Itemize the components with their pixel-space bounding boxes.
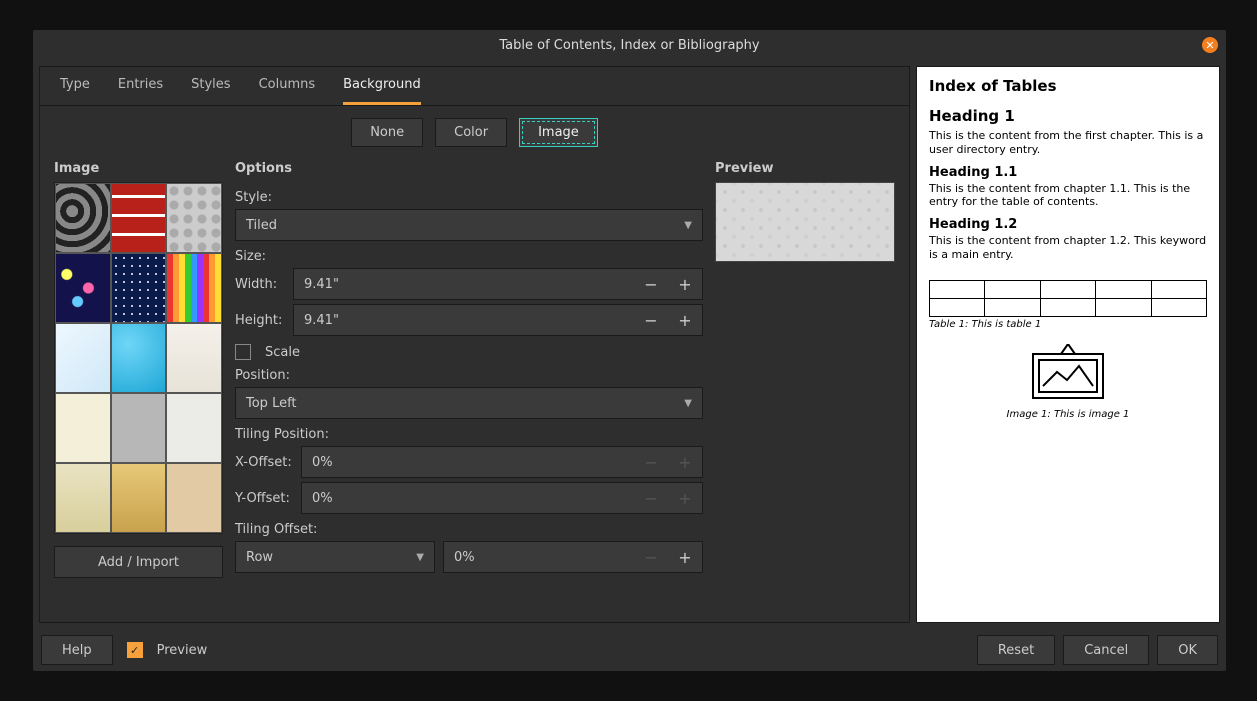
tab-bar: Type Entries Styles Columns Background [40,67,909,106]
thumb-gold[interactable] [111,463,167,533]
thumb-cells[interactable] [166,183,222,253]
preview-checkbox-label: Preview [157,643,208,658]
image-thumbnails [54,182,223,534]
doc-table-caption: Table 1: This is table 1 [929,319,1207,330]
doc-heading-1-2: Heading 1.2 [929,217,1207,232]
doc-image-caption: Image 1: This is image 1 [929,409,1207,420]
add-import-button[interactable]: Add / Import [54,546,223,578]
thumb-bricks[interactable] [111,183,167,253]
preview-column: Preview [715,161,895,622]
width-spinner[interactable]: − + [293,268,703,300]
bgmode-color[interactable]: Color [435,118,507,147]
scale-label: Scale [265,345,300,360]
scale-checkbox[interactable] [235,344,251,360]
xoff-increment[interactable]: + [668,447,702,477]
position-label: Position: [235,368,703,383]
help-button[interactable]: Help [41,635,113,665]
background-mode-group: None Color Image [40,106,909,155]
preview-checkbox[interactable] [127,642,143,658]
height-increment[interactable]: + [668,305,702,335]
image-column: Image [54,161,223,622]
size-label: Size: [235,249,703,264]
height-label: Height: [235,313,285,328]
style-select[interactable]: Tiled ▼ [235,209,703,241]
main-pane: Type Entries Styles Columns Background N… [39,66,910,623]
thumb-paper2[interactable] [166,393,222,463]
tilingoffset-input[interactable] [444,550,634,565]
style-value: Tiled [246,218,277,233]
yoff-spinner[interactable]: − + [301,482,703,514]
thumb-stones[interactable] [55,183,111,253]
tilingoffset-spinner[interactable]: − + [443,541,703,573]
xoff-input[interactable] [302,455,634,470]
thumb-sand[interactable] [166,323,222,393]
thumb-stars[interactable] [111,253,167,323]
doc-index-title: Index of Tables [929,77,1207,95]
tab-styles[interactable]: Styles [191,77,230,105]
position-value: Top Left [246,396,297,411]
chevron-down-icon: ▼ [684,398,692,409]
xoff-spinner[interactable]: − + [301,446,703,478]
image-section-label: Image [54,161,223,176]
doc-heading-1: Heading 1 [929,107,1207,125]
doc-heading-1-1: Heading 1.1 [929,165,1207,180]
height-input[interactable] [294,313,634,328]
doc-p11: This is the content from chapter 1.1. Th… [929,182,1207,210]
width-decrement[interactable]: − [634,269,668,299]
dialog-title: Table of Contents, Index or Bibliography [499,38,759,53]
background-preview [715,182,895,262]
thumb-tan2[interactable] [166,463,222,533]
tab-columns[interactable]: Columns [259,77,316,105]
width-increment[interactable]: + [668,269,702,299]
chevron-down-icon: ▼ [684,220,692,231]
chevron-down-icon: ▼ [416,552,424,563]
yoff-input[interactable] [302,491,634,506]
bgmode-image[interactable]: Image [519,118,598,147]
tab-entries[interactable]: Entries [118,77,163,105]
thumb-stripes[interactable] [166,253,222,323]
xoff-decrement[interactable]: − [634,447,668,477]
position-select[interactable]: Top Left ▼ [235,387,703,419]
height-spinner[interactable]: − + [293,304,703,336]
toc-dialog: Table of Contents, Index or Bibliography… [33,30,1226,671]
bgmode-none[interactable]: None [351,118,423,147]
tab-background[interactable]: Background [343,77,421,105]
thumb-paper1[interactable] [55,393,111,463]
doc-p1: This is the content from the first chapt… [929,129,1207,157]
ok-button[interactable]: OK [1157,635,1218,665]
xoff-label: X-Offset: [235,455,293,470]
close-icon[interactable]: ✕ [1202,37,1218,53]
tilingoffset-axis-select[interactable]: Row ▼ [235,541,435,573]
dialog-footer: Help Preview Reset Cancel OK [33,629,1226,671]
tilingoffset-decrement[interactable]: − [634,542,668,572]
tilingoffset-axis-value: Row [246,550,273,565]
tab-type[interactable]: Type [60,77,90,105]
options-column: Options Style: Tiled ▼ Size: Width: − + [235,161,703,622]
thumb-flowers[interactable] [55,253,111,323]
yoff-label: Y-Offset: [235,491,293,506]
thumb-water[interactable] [111,323,167,393]
preview-section-label: Preview [715,161,895,176]
yoff-decrement[interactable]: − [634,483,668,513]
width-input[interactable] [294,277,634,292]
thumb-tan1[interactable] [55,463,111,533]
tilingoffset-increment[interactable]: + [668,542,702,572]
height-decrement[interactable]: − [634,305,668,335]
yoff-increment[interactable]: + [668,483,702,513]
thumb-gray[interactable] [111,393,167,463]
titlebar: Table of Contents, Index or Bibliography… [33,30,1226,60]
doc-p12: This is the content from chapter 1.2. Th… [929,234,1207,262]
cancel-button[interactable]: Cancel [1063,635,1149,665]
style-label: Style: [235,190,703,205]
doc-sample-table [929,280,1207,317]
tilingpos-label: Tiling Position: [235,427,703,442]
reset-button[interactable]: Reset [977,635,1055,665]
width-label: Width: [235,277,285,292]
options-section-label: Options [235,161,703,176]
tilingoffset-label: Tiling Offset: [235,522,703,537]
document-preview: Index of Tables Heading 1 This is the co… [916,66,1220,623]
doc-sample-image: Image 1: This is image 1 [929,344,1207,420]
thumb-ice[interactable] [55,323,111,393]
